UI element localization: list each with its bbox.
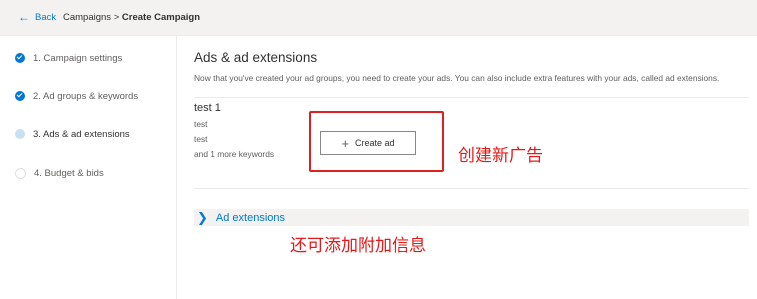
divider bbox=[194, 97, 749, 98]
breadcrumb-separator: > bbox=[113, 12, 120, 23]
step-budget-bids[interactable]: 4. Budget & bids bbox=[15, 166, 104, 180]
more-keywords: and 1 more keywords bbox=[194, 149, 275, 159]
current-step-dot-icon bbox=[15, 129, 25, 139]
step-ads-extensions[interactable]: 3. Ads & ad extensions bbox=[15, 127, 130, 141]
breadcrumb-campaigns-link[interactable]: Campaigns bbox=[63, 12, 111, 23]
step-campaign-settings[interactable]: 1. Campaign settings bbox=[15, 51, 122, 65]
step-label: 2. Ad groups & keywords bbox=[33, 90, 139, 102]
annotation-create-ad-note: 创建新广告 bbox=[458, 146, 543, 166]
step-label: 1. Campaign settings bbox=[33, 52, 123, 64]
pending-step-circle-icon bbox=[15, 167, 26, 179]
step-label: 3. Ads & ad extensions bbox=[33, 128, 130, 140]
divider bbox=[194, 188, 749, 189]
keyword-item: test bbox=[194, 119, 208, 129]
step-ad-groups-keywords[interactable]: 2. Ad groups & keywords bbox=[15, 89, 138, 103]
page-title: Ads & ad extensions bbox=[194, 50, 318, 65]
ad-group-name: test 1 bbox=[194, 102, 221, 114]
check-circle-icon bbox=[15, 53, 25, 63]
breadcrumb: Campaigns > Create Campaign bbox=[63, 12, 200, 24]
keyword-item: test bbox=[194, 134, 208, 144]
arrow-left-icon[interactable]: ← bbox=[18, 10, 30, 24]
ad-extensions-toggle[interactable]: ❯ Ad extensions bbox=[194, 209, 749, 226]
check-circle-icon bbox=[15, 91, 25, 101]
top-bar: ← Back Campaigns > Create Campaign bbox=[0, 0, 757, 36]
page-description: Now that you've created your ad groups, … bbox=[194, 73, 720, 83]
back-link[interactable]: Back bbox=[35, 12, 56, 24]
wizard-steps: 1. Campaign settings 2. Ad groups & keyw… bbox=[0, 36, 177, 299]
breadcrumb-current: Create Campaign bbox=[121, 12, 201, 23]
step-label: 4. Budget & bids bbox=[34, 167, 104, 179]
annotation-highlight-box bbox=[309, 111, 444, 172]
annotation-extensions-note: 还可添加附加信息 bbox=[290, 236, 426, 256]
chevron-right-icon: ❯ bbox=[197, 210, 208, 225]
ad-extensions-label: Ad extensions bbox=[215, 211, 286, 224]
